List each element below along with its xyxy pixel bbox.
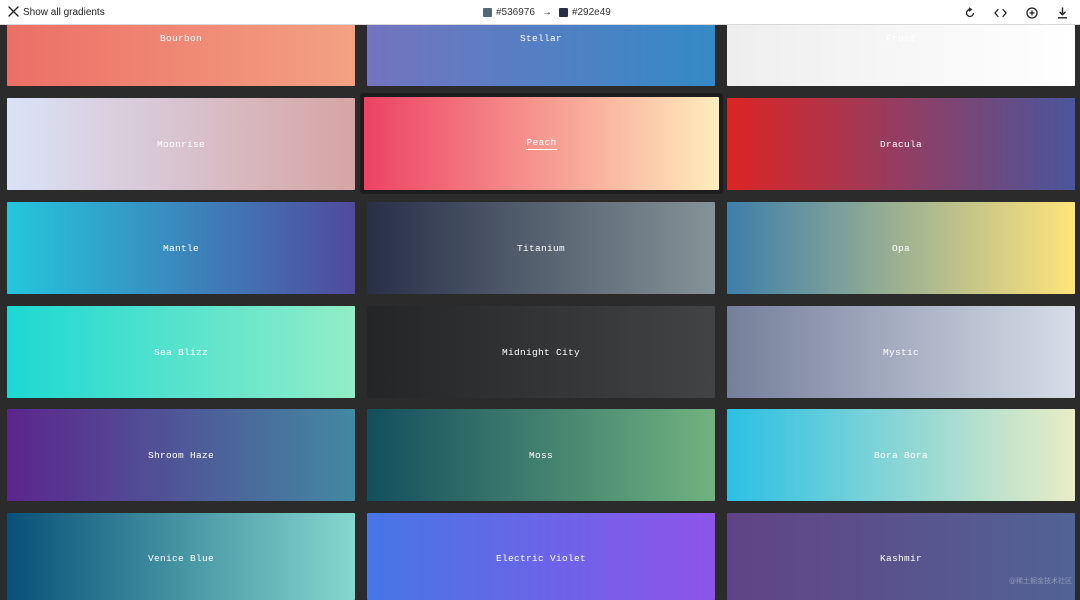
gradient-name: Opa (891, 242, 910, 254)
gradient-card-sea-blizz[interactable]: Sea Blizz (7, 306, 355, 398)
arrow-icon: → (541, 7, 552, 18)
add-icon[interactable] (1024, 5, 1039, 20)
from-color-code[interactable]: #536976 (496, 7, 535, 18)
gradient-card-mystic[interactable]: Mystic (727, 306, 1075, 398)
gradient-name: Moss (528, 449, 553, 461)
gradient-card-mantle[interactable]: Mantle (7, 202, 355, 294)
gradient-name: Bourbon (159, 32, 202, 44)
gradient-name: Venice Blue (147, 552, 214, 564)
gradient-name: Moonrise (156, 138, 205, 150)
gradient-name: Sea Blizz (153, 346, 208, 358)
to-color-code[interactable]: #292e49 (572, 7, 611, 18)
gradient-name: Kashmir (879, 552, 922, 564)
gradient-card-opa[interactable]: Opa (727, 202, 1075, 294)
gradient-card-kashmir[interactable]: Kashmir (727, 513, 1075, 600)
gradient-name: Mantle (162, 242, 199, 254)
from-color-swatch (483, 8, 492, 17)
gradient-name: Shroom Haze (147, 449, 214, 461)
gradient-name: Midnight City (501, 346, 580, 358)
gradient-name: Electric Violet (495, 552, 586, 564)
gradient-name: Titanium (516, 242, 565, 254)
gradient-colors-display: #536976 → #292e49 (483, 0, 611, 25)
gradient-card-moss[interactable]: Moss (367, 409, 715, 501)
gradient-name: Dracula (879, 138, 922, 150)
gradient-name: Stellar (519, 32, 562, 44)
watermark: @稀土掘金技术社区 (1009, 577, 1072, 585)
to-color-swatch (558, 8, 568, 17)
gradient-card-titanium[interactable]: Titanium (367, 202, 715, 294)
gradient-name: Frost (885, 32, 916, 44)
code-icon[interactable] (993, 5, 1008, 20)
gradient-card-bora-bora[interactable]: Bora Bora (727, 409, 1075, 501)
gradient-card-shroom-haze[interactable]: Shroom Haze (7, 409, 355, 501)
gradient-card-dracula[interactable]: Dracula (727, 98, 1075, 190)
show-all-gradients-button[interactable]: Show all gradients (8, 0, 105, 25)
toolbar-actions (962, 0, 1070, 25)
gradient-name: Peach (526, 137, 557, 150)
top-toolbar: Show all gradients #536976 → #292e49 (0, 0, 1080, 25)
rotate-icon[interactable] (962, 5, 977, 20)
gradient-name: Mystic (882, 346, 919, 358)
download-icon[interactable] (1055, 5, 1070, 20)
close-icon (8, 4, 19, 22)
gradient-card-moonrise[interactable]: Moonrise (7, 98, 355, 190)
show-all-gradients-label: Show all gradients (23, 7, 105, 18)
gradient-grid: Bourbon Stellar Frost Moonrise Peach Dracula M… (0, 0, 1080, 600)
gradient-card-venice-blue[interactable]: Venice Blue (7, 513, 355, 600)
gradient-card-electric-violet[interactable]: Electric Violet (367, 513, 715, 600)
gradient-card-midnight-city[interactable]: Midnight City (367, 306, 715, 398)
gradient-card-peach[interactable]: Peach (364, 97, 719, 190)
gradient-name: Bora Bora (873, 449, 928, 461)
